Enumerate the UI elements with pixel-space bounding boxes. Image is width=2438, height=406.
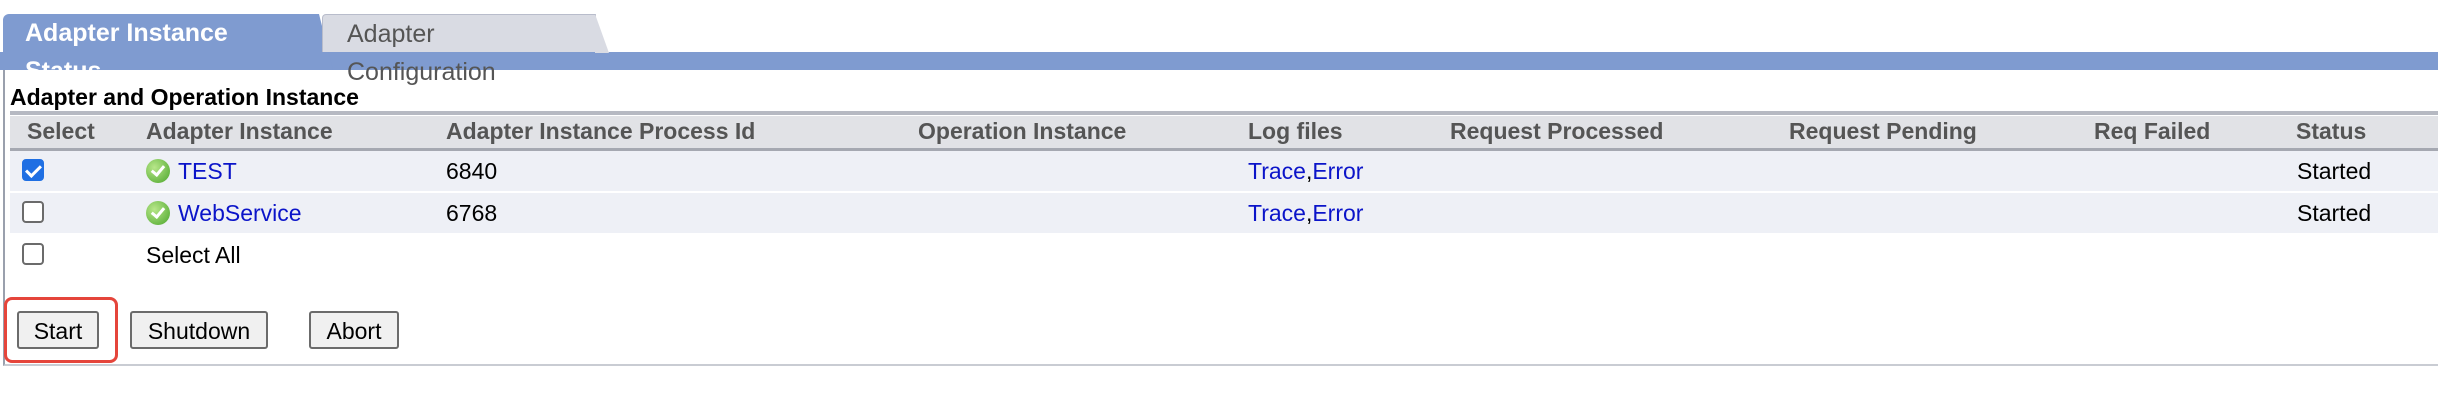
process-id: 6840 xyxy=(446,158,498,184)
tab-adapter-instance-status[interactable]: Adapter Instance Status xyxy=(3,14,333,85)
tab-strip: Adapter Instance Status Adapter Configur… xyxy=(0,0,2438,86)
header-status: Status xyxy=(2296,118,2367,144)
status-text: Started xyxy=(2297,158,2372,184)
table-row: TEST 6840 Trace,Error Started xyxy=(10,151,2438,191)
header-operation-instance: Operation Instance xyxy=(918,118,1127,144)
trace-log-link[interactable]: Trace xyxy=(1248,200,1306,226)
log-files: Trace,Error xyxy=(1248,200,1363,227)
section-title: Adapter and Operation Instance xyxy=(10,84,359,110)
row-select-checkbox[interactable] xyxy=(22,201,44,223)
status-text: Started xyxy=(2297,200,2372,226)
error-log-link[interactable]: Error xyxy=(1312,158,1363,184)
select-all-label: Select All xyxy=(146,242,241,268)
header-request-processed: Request Processed xyxy=(1450,118,1664,144)
start-button[interactable]: Start xyxy=(17,311,99,349)
select-all-checkbox[interactable] xyxy=(22,243,44,265)
header-adapter-instance: Adapter Instance xyxy=(146,118,333,144)
select-all-row: Select All xyxy=(10,235,2438,275)
shutdown-button[interactable]: Shutdown xyxy=(130,311,268,349)
header-process-id: Adapter Instance Process Id xyxy=(446,118,756,144)
header-req-failed: Req Failed xyxy=(2094,118,2211,144)
header-log-files: Log files xyxy=(1248,118,1343,144)
table-divider xyxy=(10,111,2438,115)
tab-adapter-configuration[interactable]: Adapter Configuration xyxy=(322,14,609,86)
trace-log-link[interactable]: Trace xyxy=(1248,158,1306,184)
adapter-instance-link[interactable]: WebService xyxy=(178,200,302,227)
header-select: Select xyxy=(27,118,95,144)
header-request-pending: Request Pending xyxy=(1789,118,1977,144)
table-header: Select Adapter Instance Adapter Instance… xyxy=(10,116,2438,151)
table-row: WebService 6768 Trace,Error Started xyxy=(10,193,2438,233)
abort-button[interactable]: Abort xyxy=(309,311,399,349)
check-circle-icon xyxy=(146,159,170,183)
log-files: Trace,Error xyxy=(1248,158,1363,185)
adapter-instance-link[interactable]: TEST xyxy=(178,158,237,185)
row-select-checkbox[interactable] xyxy=(22,159,44,181)
error-log-link[interactable]: Error xyxy=(1312,200,1363,226)
check-circle-icon xyxy=(146,201,170,225)
process-id: 6768 xyxy=(446,200,498,226)
